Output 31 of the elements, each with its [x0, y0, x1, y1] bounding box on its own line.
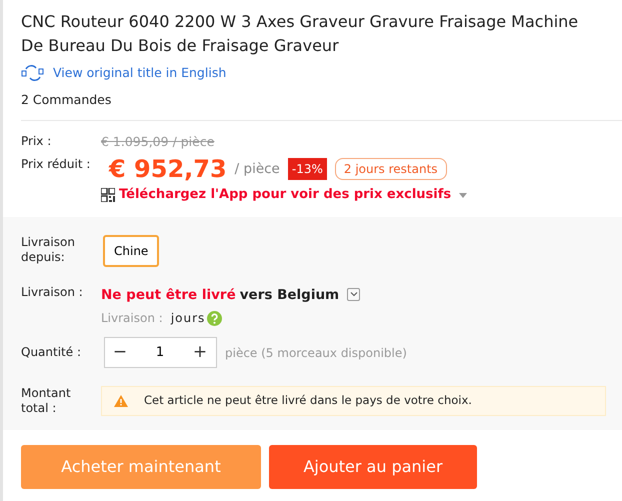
- field-label: Livraison :: [21, 284, 84, 300]
- field-label: Prix :: [21, 134, 52, 150]
- translate-link[interactable]: View original title in English: [53, 64, 226, 83]
- original-price: € 1.095,09 / pièce: [101, 132, 214, 151]
- decrease-button[interactable]: −: [105, 340, 135, 366]
- quantity-stepper[interactable]: − 1 +: [104, 337, 217, 368]
- order-count: 2 Commandes: [21, 82, 622, 120]
- sale-price: € 952,73: [109, 155, 227, 184]
- warning-text: Cet article ne peut être livré dans le pays de votre choix.: [144, 392, 472, 410]
- field-label: Prix réduit :: [21, 156, 92, 172]
- shipping-status: Ne peut être livré: [101, 286, 236, 305]
- ship-from-option[interactable]: Chine: [103, 234, 160, 267]
- dropdown-icon[interactable]: [347, 288, 360, 302]
- qr-code-icon: [101, 188, 115, 202]
- product-title: CNC Routeur 6040 2200 W 3 Axes Graveur Gravure Fraisage Machine De Bureau Du Bois de Fraisage Graveur: [20, 11, 580, 57]
- help-icon[interactable]: [207, 310, 222, 326]
- warning-icon: [114, 395, 128, 407]
- shipping-time-value: jours: [170, 310, 206, 327]
- price-unit: / pièce: [234, 160, 280, 180]
- field-label: Quantité :: [21, 345, 82, 360]
- translate-icon: [21, 65, 45, 82]
- shipping-time-label: Livraison :: [101, 310, 163, 327]
- discount-badge: -13%: [288, 158, 327, 180]
- shipping-destination: vers Belgium: [240, 286, 340, 305]
- field-label: Livraison depuis:: [21, 234, 76, 265]
- countdown-badge: 2 jours restants: [334, 158, 447, 180]
- stock-note: pièce (5 morceaux disponible): [225, 344, 407, 362]
- caret-icon[interactable]: [459, 192, 468, 198]
- increase-button[interactable]: +: [185, 340, 215, 366]
- app-promo-link[interactable]: Téléchargez l'App pour voir des prix exclusifs: [119, 185, 452, 205]
- field-label: Montant total :: [21, 386, 72, 416]
